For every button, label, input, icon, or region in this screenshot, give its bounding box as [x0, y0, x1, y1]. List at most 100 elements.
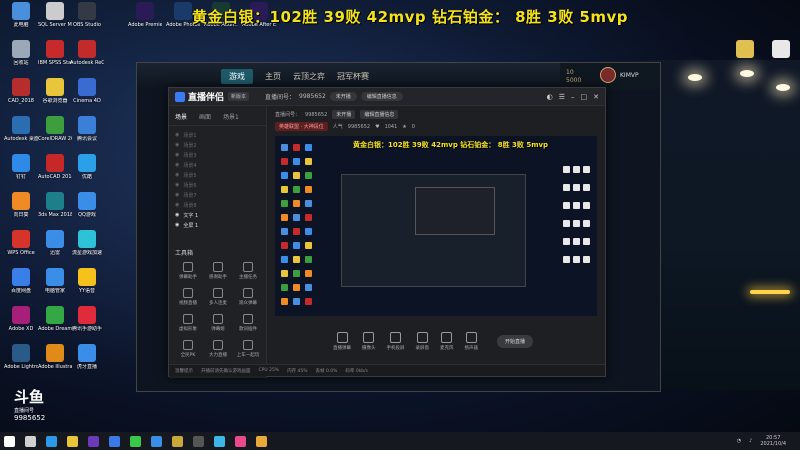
tool-button[interactable]: 弹幕助手	[173, 262, 203, 280]
eye-icon[interactable]: ◉	[175, 172, 179, 178]
lol-tab-home[interactable]: 主页	[265, 71, 281, 82]
streaming-app-window[interactable]: 直播伴侣 新版本 直播间号： 9985652 未开播 编辑直播信息 ◐ ☰ – …	[168, 87, 606, 378]
tool-button[interactable]: 多人连麦	[203, 288, 233, 306]
edit-room-button[interactable]: 编辑直播信息	[360, 92, 403, 101]
desktop-icon[interactable]: Adobe Dreamwe...	[38, 306, 72, 332]
desktop-icon[interactable]: Cinema 4D	[70, 78, 104, 104]
lol-tab-cup[interactable]: 冠军杯赛	[337, 71, 369, 82]
source-button[interactable]: 摄像头	[362, 331, 376, 351]
desktop-icon[interactable]: 流星游戏加速	[70, 230, 104, 256]
tool-button[interactable]: 主播任务	[233, 262, 263, 280]
sidebar-tab-canvas[interactable]: 画面	[199, 112, 211, 121]
tool-button[interactable]: 弹幕姬	[203, 314, 233, 332]
scene-item[interactable]: ◉ 场景5	[175, 170, 260, 180]
desktop-icon[interactable]: CAD_2018	[4, 78, 38, 104]
tool-button[interactable]: 全民PK	[173, 340, 203, 358]
search-icon[interactable]	[25, 435, 36, 447]
desktop-icon[interactable]: 向日葵	[4, 192, 38, 218]
close-icon[interactable]: ✕	[593, 93, 599, 101]
desktop-icon[interactable]: 电脑管家	[38, 268, 72, 294]
sidebar-tab-scenes[interactable]: 场景	[175, 112, 187, 121]
live-icon[interactable]	[256, 435, 267, 447]
desktop-icon[interactable]: 钉钉	[4, 154, 38, 180]
tool-button[interactable]: 观众弹幕	[233, 288, 263, 306]
tool-button[interactable]: 上车一起玩	[233, 340, 263, 358]
version-badge[interactable]: 新版本	[228, 92, 250, 101]
eye-icon[interactable]: ◉	[175, 142, 179, 148]
skin-icon[interactable]: ◐	[547, 93, 553, 101]
desktop-icon[interactable]: Autodesk ReCap	[70, 40, 104, 66]
lol-tab-tft[interactable]: 云顶之弈	[293, 71, 325, 82]
tool-button[interactable]: 大力直播	[203, 340, 233, 358]
source-button[interactable]: 麦克风	[440, 331, 454, 351]
eye-icon[interactable]: ◉	[175, 212, 179, 218]
scene-item[interactable]: ◉ 场景2	[175, 140, 260, 150]
tool-button[interactable]: 虚拟形象	[173, 314, 203, 332]
menu-icon[interactable]: ☰	[559, 93, 565, 101]
desktop-icon[interactable]: 回收站	[4, 40, 38, 66]
qq-icon[interactable]	[151, 435, 162, 447]
sidebar-tab-scene1[interactable]: 场景1	[223, 112, 239, 121]
eye-icon[interactable]: ◉	[175, 182, 179, 188]
edge-icon[interactable]	[46, 435, 57, 447]
desktop-icon[interactable]: QQ游戏	[70, 192, 104, 218]
wechat-icon[interactable]	[130, 435, 141, 447]
clock[interactable]: 20:57 2021/10/4	[760, 435, 786, 447]
obs-icon[interactable]	[193, 435, 204, 447]
desktop-icon[interactable]: Adobe Illustrat...	[38, 344, 72, 370]
maximize-icon[interactable]: □	[581, 93, 588, 101]
desktop-icon[interactable]: Adobe XD	[4, 306, 38, 332]
desktop-icon[interactable]: 谷歌浏览器	[38, 78, 72, 104]
desktop-icon[interactable]: 此电脑	[4, 2, 38, 28]
douyin-icon[interactable]	[235, 435, 246, 447]
source-button[interactable]: 直播弹幕	[333, 331, 351, 351]
desktop-icon[interactable]: 迅雷	[38, 230, 72, 256]
desktop-icon[interactable]: 百度网盘	[4, 268, 38, 294]
tool-button[interactable]: 视频直播	[173, 288, 203, 306]
source-button[interactable]: 手机投屏	[387, 331, 405, 351]
scene-item[interactable]: ◉ 场景1	[175, 130, 260, 140]
source-button[interactable]: 扬声器	[465, 331, 478, 351]
desktop-icon[interactable]: WPS Office	[4, 230, 38, 256]
desktop-icon[interactable]: SQL Server Manage...	[38, 2, 72, 28]
eye-icon[interactable]: ◉	[175, 192, 179, 198]
edit-room-button[interactable]: 编辑直播信息	[360, 110, 399, 119]
chrome-icon[interactable]	[67, 435, 78, 447]
stream-preview[interactable]: 黄金白银：102胜 39败 42mvp 钻石铂金： 8胜 3败 5mvp	[275, 136, 597, 316]
desktop-icon[interactable]: OBS Studio	[70, 2, 104, 28]
premiere-icon[interactable]	[88, 435, 99, 447]
lol-play-button[interactable]: 游戏	[221, 68, 253, 84]
category-tag[interactable]: 英雄联盟 · 大神段位	[275, 122, 328, 131]
desktop-icon[interactable]: 优酷	[70, 154, 104, 180]
scene-item[interactable]: ◉ 场景7	[175, 190, 260, 200]
eye-icon[interactable]: ◉	[175, 152, 179, 158]
scene-item[interactable]: ◉ 全屏 1	[175, 220, 260, 230]
youku-icon[interactable]	[214, 435, 225, 447]
scene-item[interactable]: ◉ 场景8	[175, 200, 260, 210]
tool-button[interactable]: 歌词插件	[233, 314, 263, 332]
minimize-icon[interactable]: –	[571, 93, 575, 101]
desktop-icon[interactable]: YY语音	[70, 268, 104, 294]
eye-icon[interactable]: ◉	[175, 162, 179, 168]
desktop-icon[interactable]: 虎牙直播	[70, 344, 104, 370]
desktop-icon[interactable]: 3ds Max 2018	[38, 192, 72, 218]
avatar[interactable]	[600, 67, 616, 83]
desktop-icon[interactable]: CorelDRAW 2020 (64...	[38, 116, 72, 142]
volume-icon[interactable]: ♪	[749, 438, 752, 444]
network-icon[interactable]: ◔	[737, 438, 741, 444]
source-button[interactable]: 录屏窗	[416, 331, 429, 351]
scene-item[interactable]: ◉ 文字 1	[175, 210, 260, 220]
desktop-icon[interactable]: 腾讯会议	[70, 116, 104, 142]
eye-icon[interactable]: ◉	[175, 222, 179, 228]
lol-profile-area[interactable]: 10 5000 KIMVP	[560, 63, 660, 89]
start-icon[interactable]	[4, 435, 15, 447]
desktop-icon[interactable]: IBM SPSS Statistics 21	[38, 40, 72, 66]
tool-button[interactable]: 感谢助手	[203, 262, 233, 280]
eye-icon[interactable]: ◉	[175, 132, 179, 138]
scene-item[interactable]: ◉ 场景4	[175, 160, 260, 170]
eye-icon[interactable]: ◉	[175, 202, 179, 208]
lol-icon[interactable]	[172, 435, 183, 447]
start-stream-button[interactable]: 开始直播	[497, 334, 534, 348]
photoshop-icon[interactable]	[109, 435, 120, 447]
desktop-icon[interactable]: Autodesk 桌面应用程序	[4, 116, 38, 142]
